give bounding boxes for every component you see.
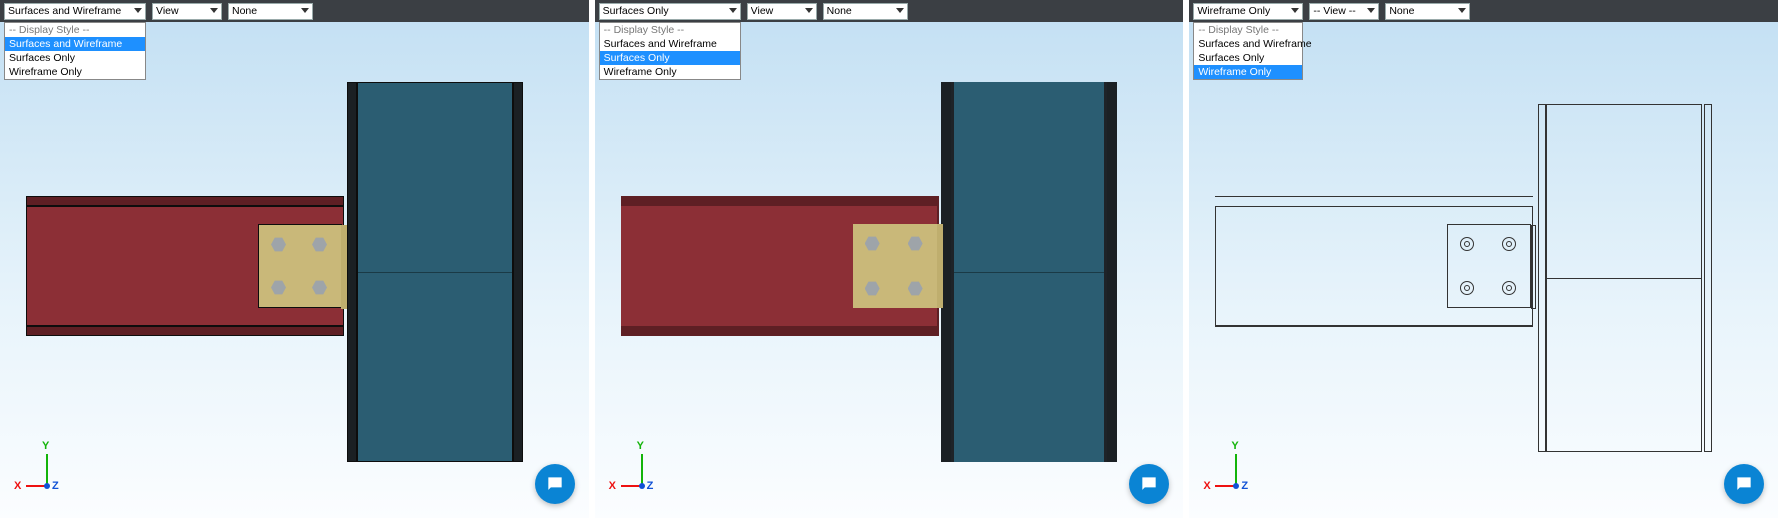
column-flange — [347, 82, 357, 462]
clip-angle — [1447, 224, 1531, 308]
z-axis-label: Z — [1241, 480, 1248, 492]
beam-flange — [621, 196, 939, 206]
dropdown-option-surfaces-only[interactable]: Surfaces Only — [600, 51, 740, 65]
chat-button[interactable] — [1724, 464, 1764, 504]
chat-icon — [1139, 474, 1159, 494]
display-style-dropdown[interactable]: -- Display Style -- Surfaces and Wirefra… — [4, 22, 146, 80]
clip-angle-leg — [341, 225, 347, 309]
bolt — [271, 237, 286, 252]
extra-select[interactable]: None — [1385, 3, 1470, 20]
bolt — [1460, 281, 1474, 295]
model-scene[interactable] — [595, 22, 1184, 518]
column-flange — [1538, 104, 1546, 452]
y-axis-icon — [46, 454, 48, 486]
axis-triad: Y X Z — [14, 444, 78, 500]
chat-icon — [1734, 474, 1754, 494]
y-axis-label: Y — [42, 440, 49, 452]
toolbar: Surfaces and Wireframe View None — [0, 0, 589, 22]
bolt — [312, 237, 327, 252]
chat-button[interactable] — [535, 464, 575, 504]
z-axis-icon — [44, 483, 50, 489]
dropdown-option-wireframe-only[interactable]: Wireframe Only — [5, 65, 145, 79]
model-scene[interactable] — [0, 22, 589, 518]
bolt — [271, 280, 286, 295]
dropdown-option-wireframe-only[interactable]: Wireframe Only — [600, 65, 740, 79]
beam-flange — [1215, 326, 1533, 327]
display-style-dropdown[interactable]: -- Display Style -- Surfaces and Wirefra… — [1193, 22, 1303, 80]
extra-select[interactable]: None — [823, 3, 908, 20]
toolbar: Wireframe Only -- View -- None — [1189, 0, 1778, 22]
dropdown-option-surfaces-and-wireframe[interactable]: Surfaces and Wireframe — [1194, 37, 1302, 51]
z-axis-label: Z — [647, 480, 654, 492]
column-web — [357, 82, 513, 462]
z-axis-icon — [1233, 483, 1239, 489]
column-flange — [513, 82, 523, 462]
dropdown-option-wireframe-only[interactable]: Wireframe Only — [1194, 65, 1302, 79]
model-scene[interactable] — [1189, 22, 1778, 518]
bolt — [865, 236, 880, 251]
column-flange — [1107, 82, 1117, 462]
beam-flange — [1215, 196, 1533, 197]
y-axis-label: Y — [1231, 440, 1238, 452]
display-style-select[interactable]: Wireframe Only — [1193, 3, 1303, 20]
beam-flange — [621, 326, 939, 336]
view-select[interactable]: View — [747, 3, 817, 20]
display-style-select[interactable]: Surfaces Only — [599, 3, 741, 20]
y-axis-icon — [641, 454, 643, 486]
beam-flange — [26, 326, 344, 336]
extra-select[interactable]: None — [228, 3, 313, 20]
view-select[interactable]: View — [152, 3, 222, 20]
display-style-select[interactable]: Surfaces and Wireframe — [4, 3, 146, 20]
y-axis-label: Y — [637, 440, 644, 452]
column-flange — [941, 82, 951, 462]
axis-triad: Y X Z — [609, 444, 673, 500]
viewport-surfaces-only: Surfaces Only View None -- Display Style… — [595, 0, 1184, 518]
x-axis-label: X — [1203, 480, 1210, 492]
bolt — [1502, 281, 1516, 295]
display-style-dropdown[interactable]: -- Display Style -- Surfaces and Wirefra… — [599, 22, 741, 80]
bolt — [908, 236, 923, 251]
y-axis-icon — [1235, 454, 1237, 486]
dropdown-header: -- Display Style -- — [5, 23, 145, 37]
column-flange — [1704, 104, 1712, 452]
bolt — [1502, 237, 1516, 251]
clip-angle — [258, 224, 342, 308]
bolt — [312, 280, 327, 295]
bolt — [908, 281, 923, 296]
z-axis-label: Z — [52, 480, 59, 492]
clip-angle-leg — [1531, 225, 1536, 309]
bolt — [865, 281, 880, 296]
column-web — [1546, 104, 1702, 452]
dropdown-option-surfaces-only[interactable]: Surfaces Only — [5, 51, 145, 65]
toolbar: Surfaces Only View None — [595, 0, 1184, 22]
dropdown-header: -- Display Style -- — [1194, 23, 1302, 37]
viewport-wireframe-only: Wireframe Only -- View -- None -- Displa… — [1189, 0, 1778, 518]
clip-angle-leg — [937, 224, 943, 308]
z-axis-icon — [639, 483, 645, 489]
beam-flange — [26, 196, 344, 206]
clip-angle — [853, 224, 937, 308]
dropdown-option-surfaces-only[interactable]: Surfaces Only — [1194, 51, 1302, 65]
x-axis-label: X — [14, 480, 21, 492]
dropdown-option-surfaces-and-wireframe[interactable]: Surfaces and Wireframe — [5, 37, 145, 51]
view-select[interactable]: -- View -- — [1309, 3, 1379, 20]
x-axis-label: X — [609, 480, 616, 492]
axis-triad: Y X Z — [1203, 444, 1267, 500]
column-web — [951, 82, 1107, 462]
chat-icon — [545, 474, 565, 494]
dropdown-header: -- Display Style -- — [600, 23, 740, 37]
viewport-surfaces-and-wireframe: Surfaces and Wireframe View None -- Disp… — [0, 0, 589, 518]
bolt — [1460, 237, 1474, 251]
dropdown-option-surfaces-and-wireframe[interactable]: Surfaces and Wireframe — [600, 37, 740, 51]
